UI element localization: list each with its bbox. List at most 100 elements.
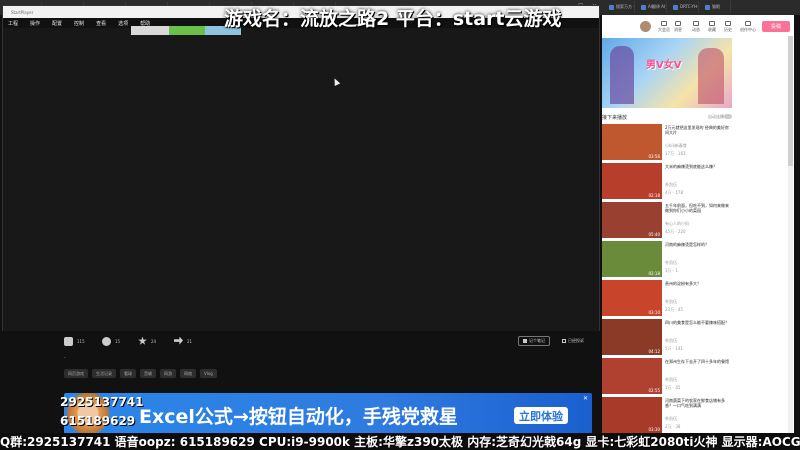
banner-figure: [698, 48, 724, 104]
video-thumbnail[interactable]: 03:56: [602, 124, 662, 160]
like-button[interactable]: 115: [64, 336, 85, 346]
video-duration: 02:18: [648, 193, 660, 198]
recommended-video[interactable]: 03:30 河南蔬菜下的农家在鲜食店铺有多香？一口气吃到满满 朴凯伍 2万 · 38: [602, 397, 732, 433]
tag-chip[interactable]: 网页游戏: [64, 369, 88, 378]
scrollbar-thumb[interactable]: [788, 36, 793, 166]
recommended-video[interactable]: 02:18 大米的麻辣烫到底能这么辣？ 朴凯伍 4万 · 178: [602, 163, 732, 199]
report-label: 已经投诉: [568, 338, 584, 343]
note-button[interactable]: 记个笔记: [518, 336, 550, 346]
video-thumbnail[interactable]: 02:18: [602, 163, 662, 199]
nav-item[interactable]: 动态: [692, 21, 700, 33]
video-title[interactable]: 河南的麻辣烫是怎样的？: [665, 242, 732, 256]
video-uploader[interactable]: 朴凯伍: [665, 299, 677, 305]
status-segment: [131, 26, 169, 35]
recommended-video[interactable]: 03:56 2万元就把这里发现的 经典的美好房间大片小bili新春食 17万 · 1…: [602, 124, 732, 160]
browser-tab[interactable]: 搜索万方 - 哔哩: [605, 1, 635, 13]
ad-banner-image[interactable]: 男V女V: [602, 38, 732, 108]
favicon-icon: [673, 4, 678, 10]
menu-item[interactable]: 配置: [52, 20, 62, 27]
nav-item[interactable]: 消息: [674, 21, 682, 33]
tab-label: DRTC-YH-定制流: [680, 4, 699, 9]
tag-chip[interactable]: 看球: [120, 369, 136, 378]
autoplay-toggle-label: 自动连播: [708, 114, 724, 119]
tag-list: 网页游戏 生活记录 看球 音输 网游 网络 Vlog: [64, 369, 217, 378]
browser-tab[interactable]: 猫眼: [701, 1, 731, 13]
video-stats: 1万 · 45: [665, 385, 681, 390]
video-title[interactable]: 大米的麻辣烫到底能这么辣？: [665, 164, 732, 178]
video-duration: 03:10: [648, 310, 660, 315]
nav-item[interactable]: 收藏: [708, 21, 716, 33]
coin-button[interactable]: 15: [102, 336, 121, 346]
recommended-video[interactable]: 02:18 河南的麻辣烫是怎样的？ 朴凯伍 3万 · 1: [602, 241, 732, 277]
video-title[interactable]: 河南蔬菜下的农家在鲜食店铺有多香？一口气吃到满满: [665, 398, 732, 412]
menu-item[interactable]: 工程: [8, 20, 18, 27]
ad-close-icon[interactable]: ✕: [583, 395, 588, 402]
browser-tab[interactable]: AI翻译 AI工具: [637, 1, 667, 13]
nav-label: 创作中心: [740, 27, 756, 32]
video-duration: 05:40: [648, 232, 660, 237]
nav-icon: [661, 21, 667, 26]
video-uploader[interactable]: 有心人的小妈: [665, 221, 689, 227]
video-title[interactable]: 四川的美食是怎么能不要辣味搭配？: [665, 320, 732, 334]
coin-icon: [102, 336, 111, 346]
video-uploader[interactable]: 小bili新春食: [665, 143, 687, 149]
favorite-button[interactable]: 24: [138, 336, 156, 346]
tag-chip[interactable]: 网络: [180, 369, 196, 378]
stream-info-ticker: Q群:2925137741 语音oopz: 615189629 CPU:i9-9…: [0, 433, 800, 450]
nav-icon: [693, 21, 699, 26]
video-thumbnail[interactable]: 03:10: [602, 280, 662, 316]
ad-try-button[interactable]: 立即体验: [514, 407, 568, 424]
note-icon: [523, 339, 527, 343]
autoplay-toggle[interactable]: [724, 114, 732, 119]
video-thumbnail[interactable]: 03:30: [602, 397, 662, 433]
tag-chip[interactable]: 生活记录: [92, 369, 116, 378]
autoplay-row: 接下来播放 自动连播: [602, 113, 732, 121]
watermark-qq: 2925137741: [60, 395, 144, 409]
video-thumbnail[interactable]: 05:40: [602, 202, 662, 238]
nav-icon: [675, 21, 681, 26]
nav-item[interactable]: 大会员: [658, 21, 670, 33]
video-thumbnail[interactable]: 02:18: [602, 241, 662, 277]
nav-label: 动态: [692, 27, 700, 32]
tag-chip[interactable]: Vlog: [200, 369, 217, 378]
post-button[interactable]: 投稿: [762, 21, 790, 32]
video-duration: 03:30: [648, 427, 660, 432]
recommended-video[interactable]: 02:55 在郑州生存下去开了四十多年的餐馆朴凯伍 1万 · 45: [602, 358, 732, 394]
report-icon: [562, 339, 566, 343]
share-button[interactable]: 21: [174, 336, 192, 346]
browser-tab[interactable]: DRTC-YH-定制流: [669, 1, 699, 13]
tag-chip[interactable]: 音输: [140, 369, 156, 378]
video-uploader[interactable]: 朴凯伍: [665, 182, 677, 188]
video-title[interactable]: 五千年前面，但吃不到，如何来做来做到你们小小的菜园: [665, 203, 732, 217]
video-stats: 17万 · 163: [665, 151, 686, 156]
nav-item[interactable]: 创作中心: [740, 21, 756, 33]
video-uploader[interactable]: 朴凯伍: [665, 377, 677, 383]
video-title[interactable]: 贵州的淀粉有多大？: [665, 281, 732, 295]
menu-item[interactable]: 查看: [96, 20, 106, 27]
video-uploader[interactable]: 朴凯伍: [665, 260, 677, 266]
recommended-video[interactable]: 03:10 贵州的淀粉有多大？ 朴凯伍 23万 · 45: [602, 280, 732, 316]
report-button[interactable]: 已经投诉: [558, 336, 588, 346]
tab-label: 搜索万方 - 哔哩: [616, 4, 635, 9]
coin-count: 15: [115, 338, 121, 344]
menu-item[interactable]: 操作: [30, 20, 40, 27]
tab-label: AI翻译 AI工具: [648, 4, 666, 9]
tag-chip[interactable]: 网游: [160, 369, 176, 378]
video-uploader[interactable]: 朴凯伍: [665, 338, 677, 344]
menu-item[interactable]: 控制: [74, 20, 84, 27]
video-uploader[interactable]: 朴凯伍: [665, 416, 677, 422]
menu-item[interactable]: 选项: [118, 20, 128, 27]
video-thumbnail[interactable]: 04:12: [602, 319, 662, 355]
video-title[interactable]: 在郑州生存下去开了四十多年的餐馆: [665, 359, 732, 373]
video-title[interactable]: 2万元就把这里发现的 经典的美好房间大片: [665, 125, 732, 139]
video-stats: 5万 · 141: [665, 346, 683, 351]
video-thumbnail[interactable]: 02:55: [602, 358, 662, 394]
game-screen[interactable]: [3, 36, 599, 331]
recommended-video[interactable]: 04:12 四川的美食是怎么能不要辣味搭配？ 朴凯伍 5万 · 141: [602, 319, 732, 355]
note-label: 记个笔记: [529, 338, 545, 343]
banner-text: 男V女V: [646, 60, 682, 71]
avatar[interactable]: [640, 21, 651, 32]
nav-item[interactable]: 历史: [724, 21, 732, 33]
recommended-video[interactable]: 05:40 五千年前面，但吃不到，如何来做来做到你们小小的菜园 有心人的小妈 45万 …: [602, 202, 732, 238]
like-count: 115: [77, 338, 85, 344]
